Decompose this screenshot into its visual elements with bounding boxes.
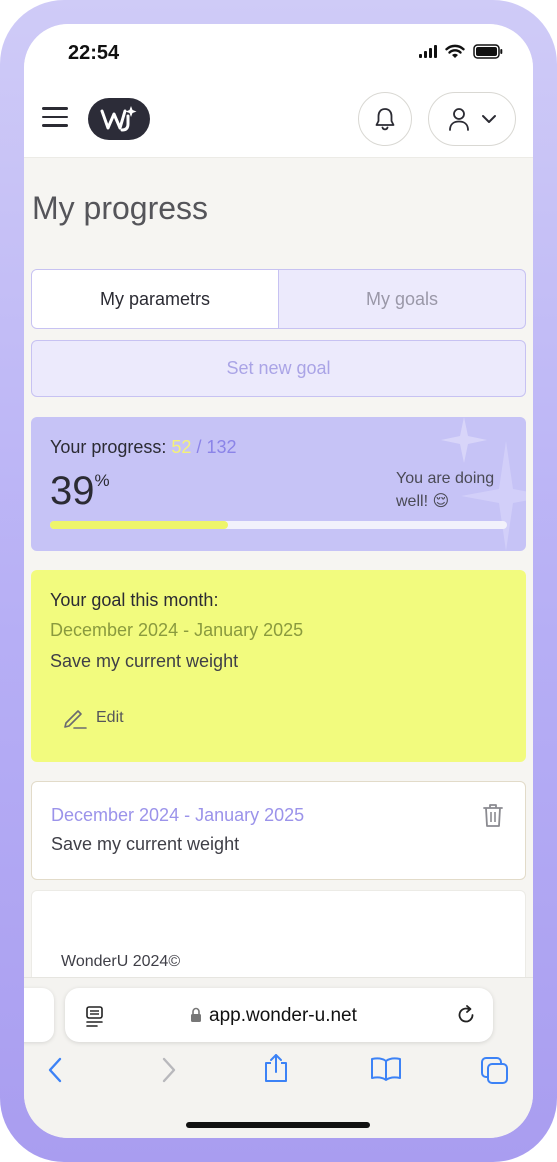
wifi-icon: [445, 44, 465, 58]
menu-icon[interactable]: [42, 107, 68, 129]
progress-message: You are doing well! 😌: [396, 470, 495, 510]
forward-icon[interactable]: [158, 1056, 178, 1084]
progress-total: 132: [206, 437, 237, 457]
goal-card: Your goal this month: December 2024 - Ja…: [31, 570, 526, 762]
edit-label: Edit: [96, 709, 124, 726]
trash-icon[interactable]: [482, 802, 504, 828]
progress-percent: 39%: [50, 469, 110, 514]
tab-my-parametrs[interactable]: My parametrs: [32, 270, 279, 328]
address-bar[interactable]: app.wonder-u.net: [65, 988, 493, 1042]
goal-history-item: December 2024 - January 2025 Save my cur…: [31, 781, 526, 880]
tab-bar: My parametrs My goals: [31, 269, 526, 329]
progress-bar: [50, 521, 507, 529]
phone-screen: 22:54 My progress My parametrs My goals …: [24, 24, 533, 1138]
tabs-icon[interactable]: [480, 1056, 510, 1086]
back-icon[interactable]: [46, 1056, 66, 1084]
history-dates: December 2024 - January 2025: [51, 805, 305, 825]
status-time: 22:54: [68, 42, 120, 64]
notifications-button[interactable]: [358, 92, 412, 146]
bookmarks-icon[interactable]: [370, 1056, 402, 1082]
progress-label-text: Your progress:: [50, 437, 167, 457]
progress-separator: /: [196, 437, 202, 457]
lock-icon: [191, 1007, 201, 1022]
app-header: [24, 82, 533, 158]
reader-mode-icon[interactable]: [85, 1005, 105, 1027]
browser-toolbar: app.wonder-u.net: [24, 977, 533, 1138]
tab-my-goals[interactable]: My goals: [279, 270, 525, 328]
progress-label: Your progress: 52 / 132: [50, 437, 237, 458]
goal-dates: December 2024 - January 2025: [50, 620, 304, 640]
browser-nav-row: [24, 1054, 533, 1096]
cellular-signal-icon: [419, 45, 437, 58]
home-indicator: [186, 1122, 370, 1128]
status-icons: [419, 44, 503, 59]
goal-heading: Your goal this month:: [50, 590, 219, 610]
progress-percent-value: 39: [50, 469, 95, 513]
goal-text: Save my current weight: [50, 651, 239, 671]
bell-icon: [375, 108, 395, 131]
percent-sign: %: [94, 471, 110, 490]
progress-card: Your progress: 52 / 132 39% You are doin…: [31, 417, 526, 551]
previous-tab-preview[interactable]: [24, 988, 54, 1042]
logo[interactable]: [88, 98, 150, 140]
share-icon[interactable]: [262, 1052, 290, 1084]
profile-menu-button[interactable]: [428, 92, 516, 146]
progress-current: 52: [171, 437, 192, 457]
url-text: app.wonder-u.net: [209, 1005, 357, 1026]
battery-icon: [473, 44, 503, 59]
page-title: My progress: [32, 190, 209, 226]
pencil-icon: [64, 710, 87, 729]
set-new-goal-button[interactable]: Set new goal: [31, 340, 526, 397]
history-goal-text: Save my current weight: [51, 834, 240, 854]
reload-icon[interactable]: [455, 1004, 477, 1026]
status-bar: 22:54: [24, 24, 533, 82]
edit-goal-button[interactable]: Edit: [62, 706, 124, 730]
user-icon: [449, 108, 469, 131]
wonderu-logo-icon: [100, 106, 137, 132]
footer-copyright: WonderU 2024©: [61, 953, 181, 970]
progress-bar-fill: [50, 521, 229, 529]
chevron-down-icon: [482, 115, 496, 123]
